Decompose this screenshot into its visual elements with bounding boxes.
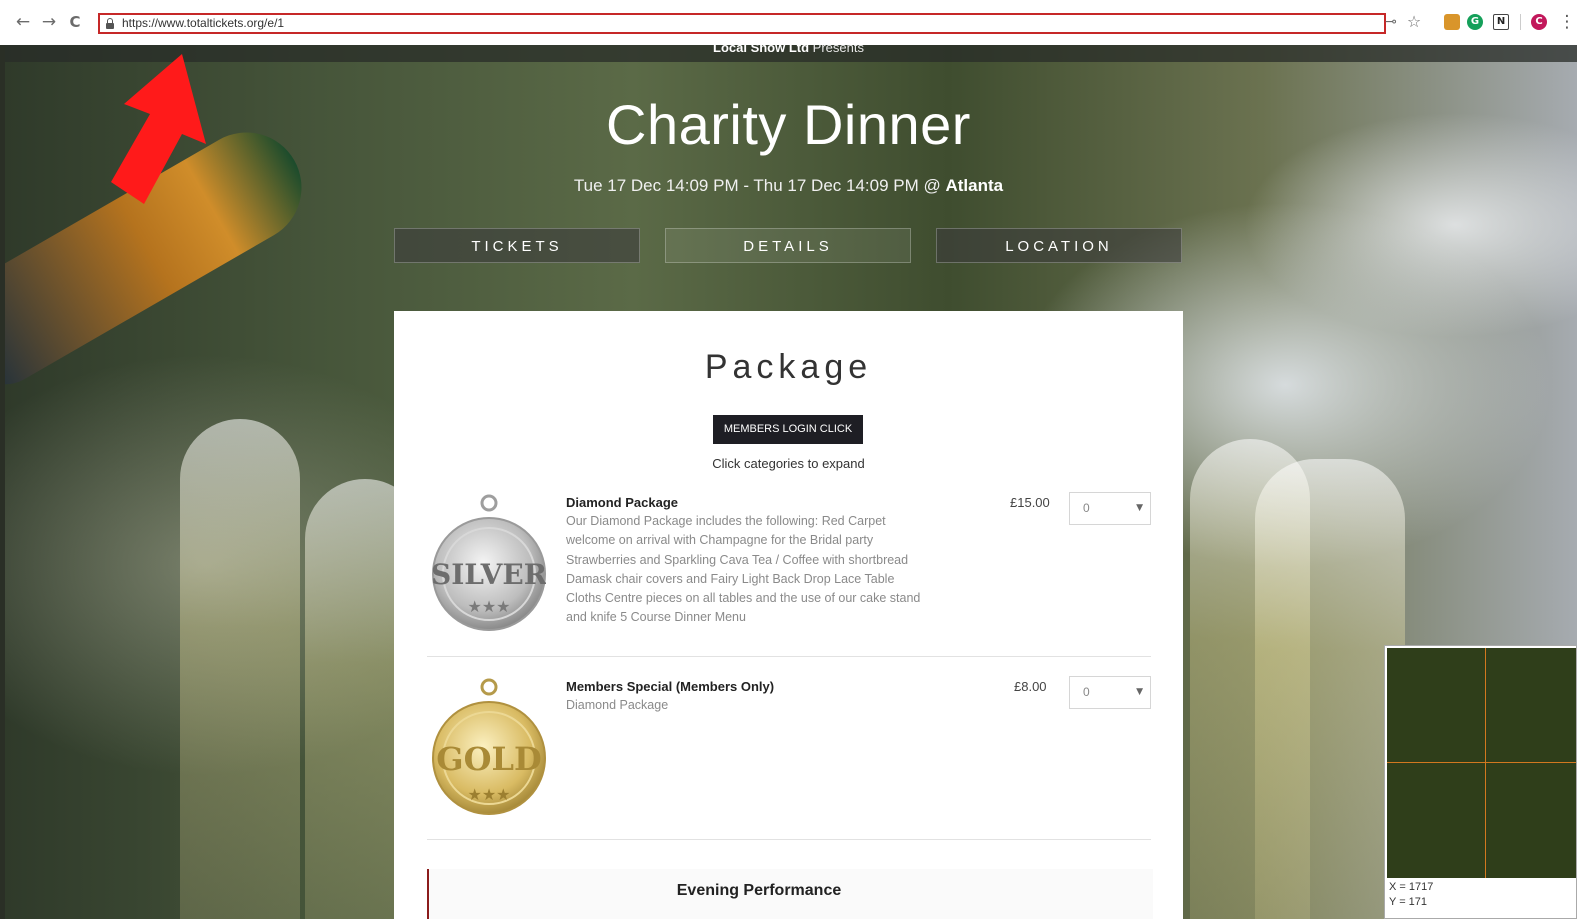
lock-icon <box>106 18 114 29</box>
tab-location[interactable]: LOCATION <box>936 228 1182 263</box>
glass-image <box>180 419 300 919</box>
quantity-select[interactable]: 0 ▼ <box>1069 676 1151 709</box>
tab-tickets[interactable]: TICKETS <box>394 228 640 263</box>
browser-menu-icon[interactable]: ⋮ <box>1556 11 1577 33</box>
event-date-range: Tue 17 Dec 14:09 PM - Thu 17 Dec 14:09 P… <box>573 176 946 195</box>
address-bar[interactable]: https://www.totaltickets.org/e/1 <box>98 13 1386 34</box>
key-icon[interactable]: ⊸ <box>1380 11 1402 33</box>
medal-text: SILVER <box>432 558 546 591</box>
package-price: £15.00 <box>1010 495 1050 510</box>
back-icon[interactable]: ← <box>12 11 34 33</box>
toolbar-divider <box>1520 14 1521 30</box>
category-evening-performance[interactable]: Evening Performance <box>427 869 1153 919</box>
package-description: Our Diamond Package includes the followi… <box>566 514 921 625</box>
profile-avatar[interactable]: C <box>1531 14 1547 30</box>
medal-text: GOLD <box>436 740 541 778</box>
extension-icon[interactable] <box>1444 14 1460 30</box>
category-title: Evening Performance <box>676 882 842 899</box>
svg-text:★★★: ★★★ <box>467 599 510 616</box>
chevron-down-icon: ▼ <box>1136 503 1143 513</box>
package-name[interactable]: Diamond Package <box>566 495 678 510</box>
members-login-button[interactable]: MEMBERS LOGIN CLICK HERE <box>713 415 863 464</box>
glass-image <box>1255 459 1405 919</box>
chevron-down-icon: ▼ <box>1136 687 1143 697</box>
url-text: https://www.totaltickets.org/e/1 <box>122 16 285 30</box>
browser-toolbar: ← → C https://www.totaltickets.org/e/1 ⊸… <box>0 0 1577 45</box>
crosshair-vertical <box>1485 648 1486 878</box>
row-divider <box>427 839 1151 840</box>
silver-medal-image: SILVER ★★★ <box>432 494 546 631</box>
grammarly-icon[interactable]: G <box>1467 14 1483 30</box>
y-coordinate: Y = 171 <box>1389 896 1428 908</box>
forward-icon[interactable]: → <box>38 11 60 33</box>
expand-hint: Click categories to expand <box>712 456 865 471</box>
quantity-value: 0 <box>1083 501 1090 515</box>
bookmark-star-icon[interactable]: ☆ <box>1403 11 1425 33</box>
magnifier-view <box>1387 648 1576 878</box>
tab-details[interactable]: DETAILS <box>665 228 911 263</box>
event-date: Tue 17 Dec 14:09 PM - Thu 17 Dec 14:09 P… <box>0 176 1577 196</box>
svg-text:★★★: ★★★ <box>467 787 510 804</box>
gold-medal-image: GOLD ★★★ <box>432 678 546 815</box>
reload-icon[interactable]: C <box>64 11 86 33</box>
notion-icon[interactable]: N <box>1493 14 1509 30</box>
quantity-select[interactable]: 0 ▼ <box>1069 492 1151 525</box>
red-arrow-annotation <box>111 54 206 204</box>
event-title: Charity Dinner <box>606 93 971 156</box>
package-price: £8.00 <box>1014 679 1047 694</box>
row-divider <box>427 656 1151 657</box>
package-name[interactable]: Members Special (Members Only) <box>566 679 774 694</box>
x-coordinate: X = 1717 <box>1389 881 1434 893</box>
event-location: Atlanta <box>945 176 1004 195</box>
section-title: Package <box>704 348 873 386</box>
quantity-value: 0 <box>1083 685 1090 699</box>
coordinate-magnifier: X = 1717 Y = 171 <box>1384 645 1577 919</box>
package-description: Diamond Package <box>566 698 669 712</box>
crosshair-horizontal <box>1387 762 1576 763</box>
